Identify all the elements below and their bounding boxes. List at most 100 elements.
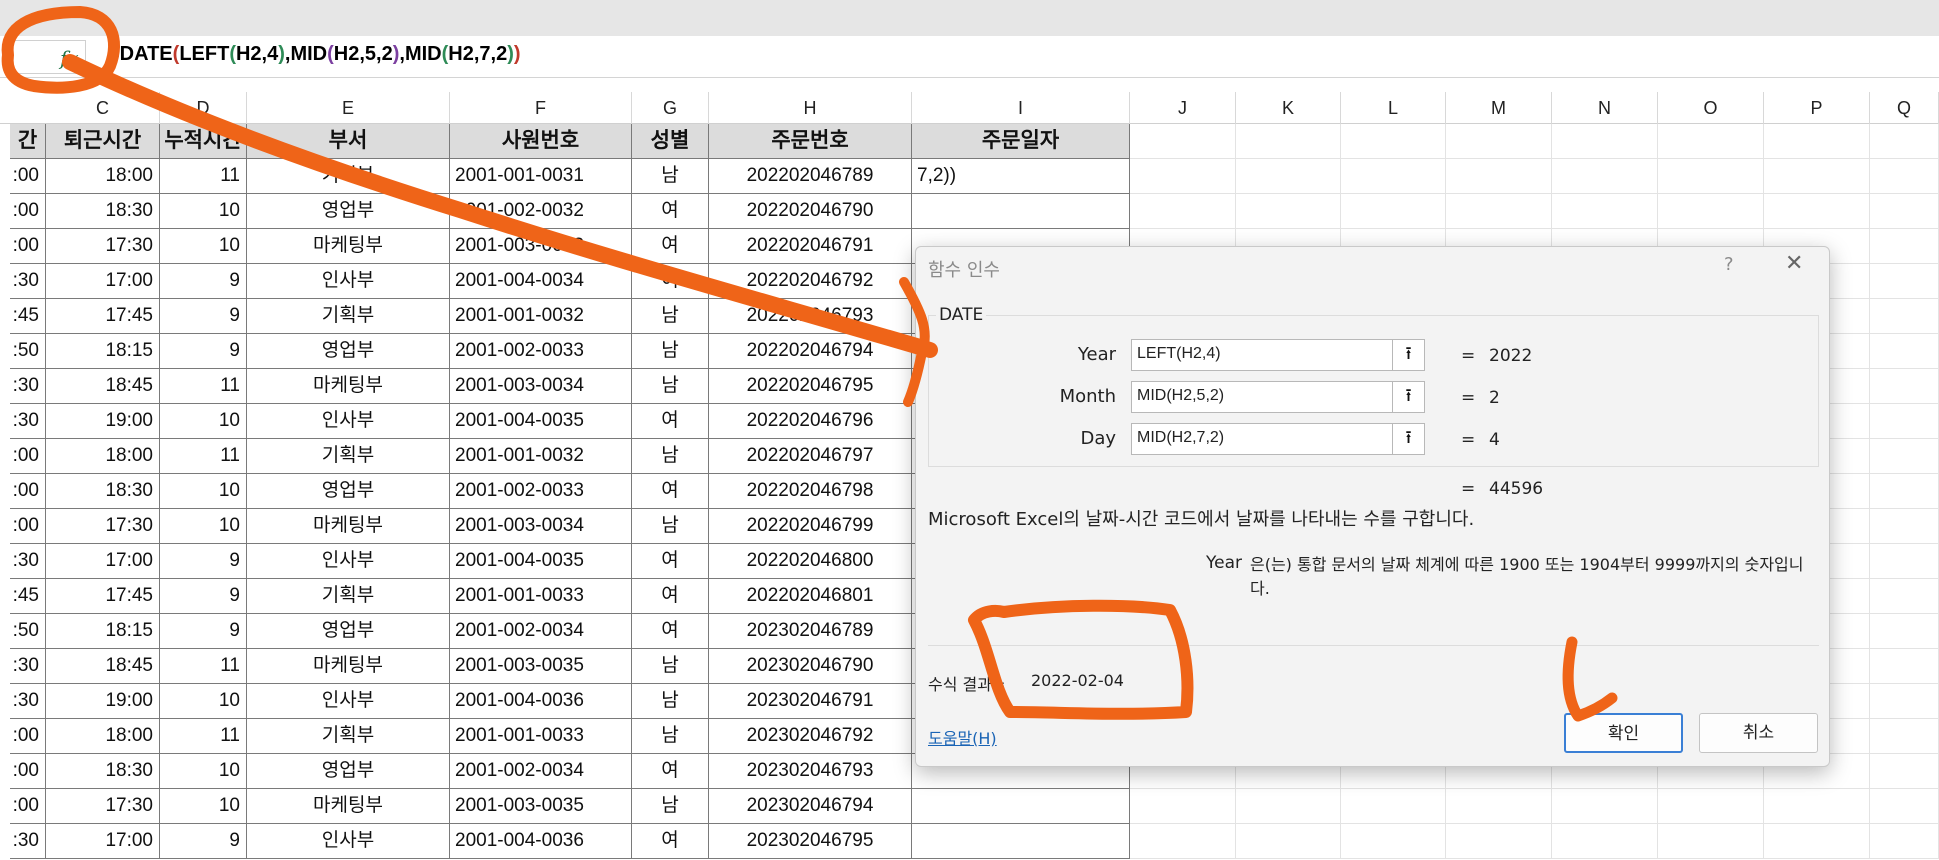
column-header[interactable]: H: [709, 92, 912, 124]
ok-button[interactable]: 확인: [1564, 713, 1683, 753]
header-cell[interactable]: 주문번호: [709, 124, 912, 159]
table-cell[interactable]: :30: [10, 824, 46, 859]
table-cell[interactable]: :30: [10, 369, 46, 404]
empty-cell[interactable]: [1130, 159, 1236, 194]
table-cell[interactable]: 18:30: [46, 754, 160, 789]
table-cell[interactable]: 2001-002-0034: [450, 614, 632, 649]
empty-cell[interactable]: [1130, 789, 1236, 824]
table-cell[interactable]: 11: [160, 649, 247, 684]
empty-cell[interactable]: [1236, 824, 1341, 859]
table-cell[interactable]: 영업부: [247, 614, 450, 649]
empty-cell[interactable]: [1870, 614, 1939, 649]
empty-cell[interactable]: [1658, 824, 1764, 859]
table-cell[interactable]: 10: [160, 509, 247, 544]
empty-cell[interactable]: [1870, 509, 1939, 544]
table-cell[interactable]: 202302046792: [709, 719, 912, 754]
table-cell[interactable]: 2001-004-0034: [450, 264, 632, 299]
table-cell[interactable]: 남: [632, 369, 709, 404]
table-cell[interactable]: 10: [160, 404, 247, 439]
table-cell[interactable]: 17:00: [46, 824, 160, 859]
table-cell[interactable]: 2001-002-0032: [450, 194, 632, 229]
column-header[interactable]: I: [912, 92, 1130, 124]
empty-cell[interactable]: [1870, 544, 1939, 579]
table-cell[interactable]: 여: [632, 404, 709, 439]
table-cell[interactable]: 남: [632, 649, 709, 684]
table-cell[interactable]: 2001-003-0035: [450, 789, 632, 824]
table-cell[interactable]: 남: [632, 789, 709, 824]
empty-cell[interactable]: [1870, 159, 1939, 194]
table-cell[interactable]: :00: [10, 229, 46, 264]
empty-cell[interactable]: [1341, 789, 1446, 824]
column-header[interactable]: M: [1446, 92, 1552, 124]
table-cell[interactable]: 202202046789: [709, 159, 912, 194]
table-cell[interactable]: :00: [10, 159, 46, 194]
table-cell[interactable]: :50: [10, 614, 46, 649]
table-cell[interactable]: 202302046795: [709, 824, 912, 859]
table-cell[interactable]: 2001-002-0033: [450, 474, 632, 509]
table-cell[interactable]: 17:30: [46, 509, 160, 544]
table-cell[interactable]: :30: [10, 544, 46, 579]
table-cell[interactable]: :50: [10, 334, 46, 369]
column-header[interactable]: E: [247, 92, 450, 124]
table-cell[interactable]: 2001-001-0033: [450, 579, 632, 614]
table-cell[interactable]: 영업부: [247, 754, 450, 789]
table-cell[interactable]: 남: [632, 684, 709, 719]
table-cell[interactable]: :00: [10, 754, 46, 789]
empty-cell[interactable]: [1552, 159, 1658, 194]
empty-cell[interactable]: [1236, 159, 1341, 194]
table-cell[interactable]: 9: [160, 824, 247, 859]
table-cell[interactable]: 18:00: [46, 439, 160, 474]
header-cell[interactable]: 성별: [632, 124, 709, 159]
table-cell[interactable]: 9: [160, 579, 247, 614]
empty-cell[interactable]: [1870, 229, 1939, 264]
table-cell[interactable]: 인사부: [247, 544, 450, 579]
table-cell[interactable]: :00: [10, 719, 46, 754]
collapse-dialog-icon[interactable]: ⭱: [1392, 424, 1424, 454]
table-cell[interactable]: 마케팅부: [247, 229, 450, 264]
empty-cell[interactable]: [1552, 124, 1658, 159]
table-cell[interactable]: 여: [632, 264, 709, 299]
column-header[interactable]: N: [1552, 92, 1658, 124]
empty-cell[interactable]: [1870, 299, 1939, 334]
table-cell[interactable]: 18:45: [46, 649, 160, 684]
table-cell[interactable]: :00: [10, 474, 46, 509]
insert-function-button[interactable]: fx: [12, 40, 86, 74]
empty-cell[interactable]: [1658, 159, 1764, 194]
table-cell[interactable]: 202202046796: [709, 404, 912, 439]
table-cell[interactable]: 기획부: [247, 719, 450, 754]
header-cell[interactable]: 사원번호: [450, 124, 632, 159]
empty-cell[interactable]: [1870, 824, 1939, 859]
header-cell[interactable]: 부서: [247, 124, 450, 159]
table-cell[interactable]: 기획부: [247, 579, 450, 614]
table-cell[interactable]: 2001-004-0035: [450, 404, 632, 439]
table-cell[interactable]: 남: [632, 719, 709, 754]
table-cell[interactable]: 여: [632, 579, 709, 614]
table-cell[interactable]: 10: [160, 194, 247, 229]
table-cell[interactable]: 10: [160, 754, 247, 789]
table-cell[interactable]: 18:30: [46, 194, 160, 229]
day-field[interactable]: MID(H2,7,2) ⭱: [1131, 423, 1425, 455]
empty-cell[interactable]: [1870, 754, 1939, 789]
table-cell[interactable]: 2001-001-0033: [450, 719, 632, 754]
empty-cell[interactable]: [1552, 789, 1658, 824]
empty-cell[interactable]: [1130, 194, 1236, 229]
help-icon[interactable]: ?: [1724, 254, 1734, 275]
table-cell[interactable]: 19:00: [46, 684, 160, 719]
table-cell[interactable]: 9: [160, 544, 247, 579]
table-cell[interactable]: 2001-004-0036: [450, 824, 632, 859]
table-cell[interactable]: [912, 194, 1130, 229]
table-cell[interactable]: 영업부: [247, 334, 450, 369]
table-cell[interactable]: 2001-003-0035: [450, 649, 632, 684]
table-cell[interactable]: 17:30: [46, 789, 160, 824]
month-field[interactable]: MID(H2,5,2) ⭱: [1131, 381, 1425, 413]
empty-cell[interactable]: [1658, 789, 1764, 824]
table-cell[interactable]: 마케팅부: [247, 509, 450, 544]
header-cell[interactable]: 누적시간: [160, 124, 247, 159]
empty-cell[interactable]: [1870, 334, 1939, 369]
table-cell[interactable]: 18:15: [46, 614, 160, 649]
table-cell[interactable]: 남: [632, 159, 709, 194]
table-cell[interactable]: 2001-004-0035: [450, 544, 632, 579]
header-cell[interactable]: 간: [10, 124, 46, 159]
table-cell[interactable]: 202202046797: [709, 439, 912, 474]
empty-cell[interactable]: [1870, 684, 1939, 719]
